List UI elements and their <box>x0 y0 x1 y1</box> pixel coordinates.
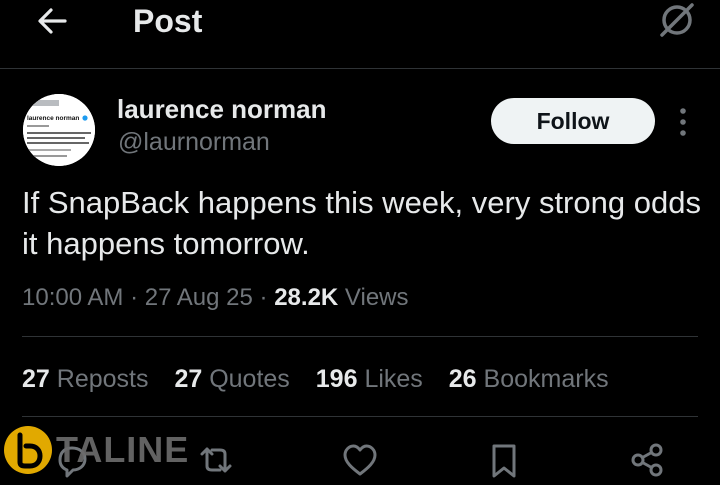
post-meta: 10:00 AM · 27 Aug 25 · 28.2K Views <box>22 284 409 312</box>
back-button[interactable] <box>32 4 72 38</box>
share-icon <box>631 443 663 477</box>
engagement-stats: 27 Reposts 27 Quotes 196 Likes 26 Bookma… <box>22 365 628 394</box>
bookmark-icon <box>492 444 516 478</box>
avatar-caption: laurence norman <box>27 115 79 122</box>
grok-icon <box>660 3 694 37</box>
post-text: If SnapBack happens this week, very stro… <box>22 185 701 261</box>
quotes-stat[interactable]: 27 Quotes <box>174 365 289 393</box>
like-button[interactable] <box>340 440 380 480</box>
more-vertical-icon <box>680 108 686 136</box>
avatar[interactable]: laurence norman <box>23 94 95 166</box>
bookmarks-stat[interactable]: 26 Bookmarks <box>449 365 609 393</box>
post-time[interactable]: 10:00 AM <box>22 284 123 311</box>
taline-logo-icon <box>4 426 52 474</box>
follow-button[interactable]: Follow <box>491 98 655 144</box>
author-name[interactable]: laurence norman <box>117 94 327 125</box>
repost-icon <box>200 447 232 473</box>
meta-separator: · <box>130 284 145 311</box>
watermark: TALINE <box>2 424 189 476</box>
divider <box>22 416 698 417</box>
repost-button[interactable] <box>196 440 236 480</box>
share-button[interactable] <box>628 440 668 480</box>
post-date[interactable]: 27 Aug 25 <box>145 284 253 311</box>
arrow-left-icon <box>38 8 67 34</box>
watermark-text: TALINE <box>56 429 190 470</box>
page-title: Post <box>133 3 203 39</box>
bookmark-button[interactable] <box>484 440 524 480</box>
author-handle[interactable]: @laurnorman <box>118 128 270 157</box>
more-options-button[interactable] <box>674 104 692 140</box>
grok-button[interactable] <box>656 2 698 38</box>
like-icon <box>343 444 377 476</box>
reposts-stat[interactable]: 27 Reposts <box>22 365 148 393</box>
views-count: 28.2K <box>274 284 339 311</box>
likes-stat[interactable]: 196 Likes <box>316 365 423 393</box>
divider <box>22 336 698 337</box>
meta-separator: · <box>259 284 275 311</box>
views-label: Views <box>344 284 409 311</box>
top-bar: Post <box>0 0 720 69</box>
